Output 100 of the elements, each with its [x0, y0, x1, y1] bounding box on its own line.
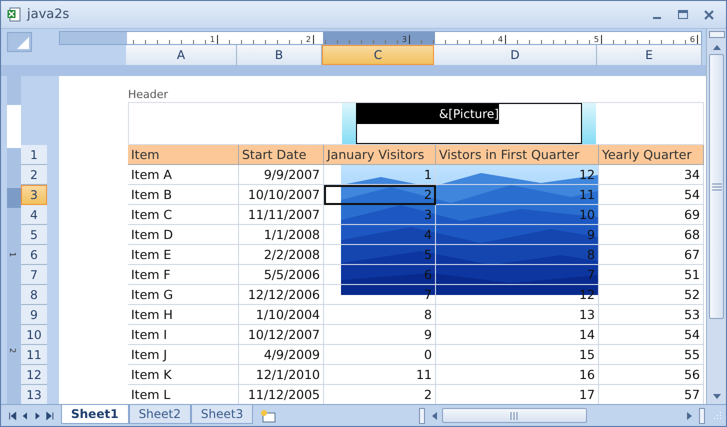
row-header[interactable]: 10: [21, 325, 47, 345]
table-cell: 68: [599, 225, 704, 245]
table-cell: 11/11/2007: [239, 205, 324, 225]
table-cell: 5/5/2006: [239, 265, 324, 285]
table-cell: Item J: [128, 345, 239, 365]
table-cell: 56: [599, 365, 704, 385]
table-cell: Item B: [128, 185, 239, 205]
table-cell: 11: [324, 365, 436, 385]
table-cell: 3: [324, 205, 436, 225]
table-cell: Item C: [128, 205, 239, 225]
table-cell: Item D: [128, 225, 239, 245]
split-box[interactable]: [419, 408, 425, 424]
ruler-label: 2: [306, 35, 314, 44]
scrollbar-thumb[interactable]: [709, 54, 724, 319]
row-header[interactable]: 5: [21, 225, 47, 245]
column-heading: Vistors in First Quarter: [436, 145, 599, 165]
select-all-button[interactable]: [7, 32, 32, 52]
maximize-icon[interactable]: [678, 10, 688, 20]
row-header[interactable]: 8: [21, 285, 47, 305]
row-header[interactable]: 13: [21, 385, 47, 404]
table-cell: Item I: [128, 325, 239, 345]
row-header[interactable]: 9: [21, 305, 47, 325]
first-sheet-icon[interactable]: [7, 410, 18, 422]
row-header[interactable]: 3: [21, 185, 47, 205]
scrollbar-thumb[interactable]: [442, 408, 587, 423]
ruler-label: 1: [8, 252, 18, 258]
table-cell: 55: [599, 345, 704, 365]
split-box[interactable]: [699, 408, 705, 424]
table-cell: 0: [324, 345, 436, 365]
table-cell: 12: [436, 285, 599, 305]
table-cell: 9/9/2007: [239, 165, 324, 185]
sheet-tab[interactable]: Sheet2: [128, 405, 191, 424]
ruler-label: 2: [8, 348, 18, 354]
table-cell: 10/12/2007: [239, 325, 324, 345]
column-heading: Item: [128, 145, 239, 165]
table-cell: 15: [436, 345, 599, 365]
row-header[interactable]: 7: [21, 265, 47, 285]
column-header[interactable]: B: [237, 45, 322, 65]
sheet-tab[interactable]: Sheet1: [61, 405, 129, 424]
table-cell: 5: [324, 245, 436, 265]
table-cell: 51: [599, 265, 704, 285]
split-box[interactable]: [708, 31, 724, 38]
table-cell: Item G: [128, 285, 239, 305]
table-cell: 8: [436, 245, 599, 265]
row-header[interactable]: 4: [21, 205, 47, 225]
window-title: java2s: [27, 7, 70, 22]
column-heading: Yearly Quarter: [599, 145, 704, 165]
row-header[interactable]: 2: [21, 165, 47, 185]
close-icon[interactable]: [704, 10, 714, 20]
row-header[interactable]: 11: [21, 345, 47, 365]
row-header[interactable]: 1: [21, 145, 47, 165]
table-cell: 16: [436, 365, 599, 385]
row-header[interactable]: 12: [21, 365, 47, 385]
table-cell: 12: [436, 165, 599, 185]
table-cell: 7: [436, 265, 599, 285]
table-cell: Item K: [128, 365, 239, 385]
table-cell: 54: [599, 325, 704, 345]
table-cell: 7: [324, 285, 436, 305]
column-header[interactable]: A: [126, 45, 237, 65]
table-cell: 1/10/2004: [239, 305, 324, 325]
table-cell: Item A: [128, 165, 239, 185]
table-cell: 52: [599, 285, 704, 305]
column-header[interactable]: D: [434, 45, 597, 65]
table-cell: 12/1/2010: [239, 365, 324, 385]
table-cell: 12/12/2006: [239, 285, 324, 305]
margin-strip: [342, 103, 356, 144]
header-label: Header: [128, 88, 168, 102]
ruler-label: 4: [498, 35, 506, 44]
table-cell: 69: [599, 205, 704, 225]
column-header[interactable]: C: [322, 45, 434, 65]
table-cell: 2: [324, 185, 436, 205]
table-cell: 6: [324, 265, 436, 285]
table-cell: 53: [599, 305, 704, 325]
table-cell: 14: [436, 325, 599, 345]
table-cell: Item E: [128, 245, 239, 265]
header-field[interactable]: &[Picture]: [356, 103, 582, 144]
table-cell: 9: [324, 325, 436, 345]
column-header[interactable]: E: [597, 45, 702, 65]
table-cell: 34: [599, 165, 704, 185]
triangle-icon: [17, 37, 29, 49]
table-cell: Item H: [128, 305, 239, 325]
excel-icon: [7, 7, 21, 22]
table-cell: 8: [324, 305, 436, 325]
row-header[interactable]: 6: [21, 245, 47, 265]
table-cell: 4/9/2009: [239, 345, 324, 365]
last-sheet-icon[interactable]: [44, 410, 55, 422]
ruler-label: 5: [594, 35, 602, 44]
table-cell: 13: [436, 305, 599, 325]
table-cell: 1/1/2008: [239, 225, 324, 245]
table-cell: 9: [436, 225, 599, 245]
table-cell: 2/2/2008: [239, 245, 324, 265]
table-cell: 67: [599, 245, 704, 265]
insert-sheet-icon[interactable]: [259, 408, 278, 422]
table-cell: 1: [324, 165, 436, 185]
ruler-label: 1: [210, 35, 218, 44]
table-cell: 10: [436, 205, 599, 225]
column-heading: Start Date: [239, 145, 324, 165]
margin-strip: [582, 103, 596, 144]
table-cell: 54: [599, 185, 704, 205]
sheet-tab[interactable]: Sheet3: [190, 405, 254, 424]
